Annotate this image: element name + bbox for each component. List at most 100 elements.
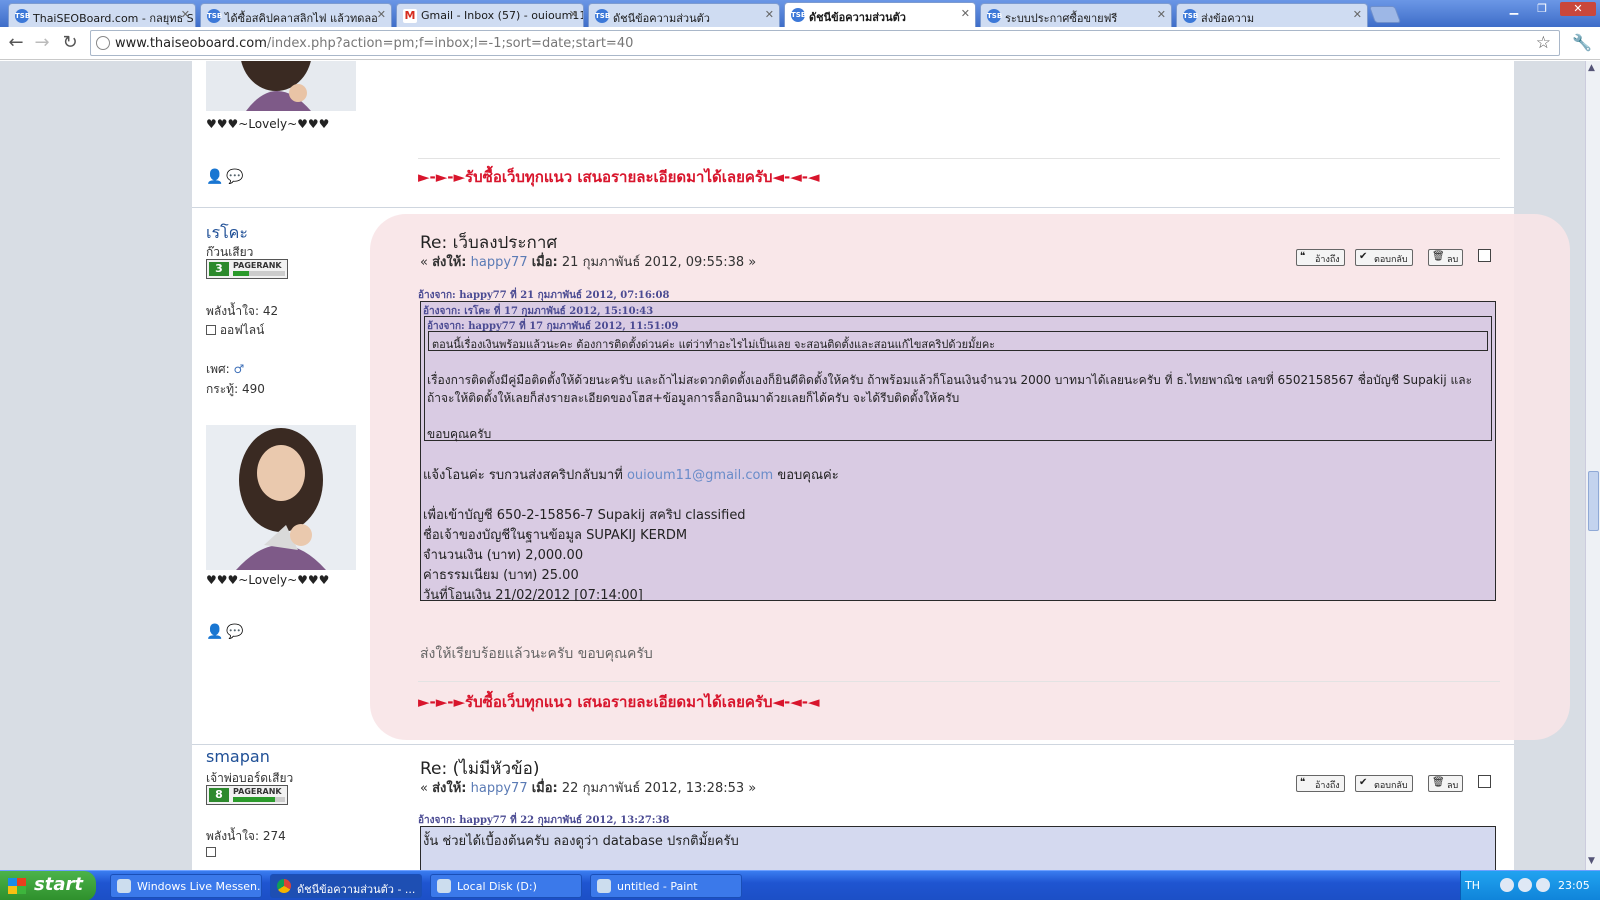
new-tab-button[interactable] [1368, 6, 1402, 23]
thaiseoboard-icon: TSB [15, 9, 30, 23]
taskbar-item-paint[interactable]: untitled - Paint [590, 874, 742, 898]
task-label: Windows Live Messen... [137, 880, 262, 893]
male-icon: ♂ [233, 362, 245, 376]
tab-0[interactable]: TSB ThaiSEOBoard.com - กลยุทธ S ✕ [8, 3, 196, 27]
reply-label: ตอบกลับ [1374, 781, 1408, 791]
close-tab-icon[interactable]: ✕ [961, 7, 970, 20]
restore-icon[interactable]: ❐ [1532, 2, 1552, 16]
thaiseoboard-icon: TSB [595, 9, 610, 23]
meta-prefix: « [420, 255, 433, 270]
close-tab-icon[interactable]: ✕ [181, 8, 190, 21]
wrench-menu-icon[interactable]: 🔧 [1572, 33, 1592, 52]
taskbar-item-chrome[interactable]: ดัชนีข้อความส่วนตัว - ... [270, 874, 422, 898]
profile-icon[interactable]: 👤 [206, 169, 223, 185]
close-tab-icon[interactable]: ✕ [377, 8, 386, 21]
gender-line: เพศ: ♂ [206, 360, 244, 379]
scrollbar-thumb[interactable] [1588, 471, 1599, 531]
select-post-checkbox[interactable] [1478, 775, 1491, 788]
tab-4-active[interactable]: TSB ดัชนีข้อความส่วนตัว ✕ [784, 2, 976, 27]
tab-strip: TSB ThaiSEOBoard.com - กลยุทธ S ✕ TSB ได… [0, 0, 1600, 27]
pm-icon[interactable]: 💬 [226, 169, 243, 185]
recipient-link[interactable]: happy77 [471, 781, 528, 796]
tray-icon[interactable] [1500, 878, 1514, 892]
start-label: start [34, 874, 83, 895]
email-link[interactable]: ouioum11@gmail.com [627, 468, 773, 483]
transfer-amount: จำนวนเงิน (บาท) 2,000.00 [423, 548, 584, 563]
profile-icon[interactable]: 👤 [206, 624, 223, 640]
taskbar-item-messenger[interactable]: Windows Live Messen... [110, 874, 262, 898]
post-author[interactable]: smapan [206, 747, 270, 766]
forward-icon[interactable]: → [32, 33, 52, 53]
user-signature-hearts: ♥♥♥~Lovely~♥♥♥ [206, 117, 330, 131]
browser-window: TSB ThaiSEOBoard.com - กลยุทธ S ✕ TSB ได… [0, 0, 1600, 900]
post-count-line: กระทู้: 490 [206, 380, 265, 399]
select-post-checkbox[interactable] [1478, 249, 1491, 262]
reply-button[interactable]: ✔ ตอบกลับ [1355, 249, 1413, 266]
page-info-icon[interactable] [96, 36, 110, 50]
quote-text: งั้น ช่วยได้เบื้องต้นครับ ลองดูว่า datab… [423, 834, 739, 849]
sent-to-label: ส่งให้: [432, 255, 467, 270]
scroll-down-icon[interactable]: ▼ [1588, 856, 1595, 866]
minimize-icon[interactable]: ▁ [1504, 2, 1524, 16]
close-tab-icon[interactable]: ✕ [765, 8, 774, 21]
tray-icon[interactable] [1536, 878, 1550, 892]
start-button[interactable]: start [0, 871, 96, 900]
windows-taskbar: start Windows Live Messen... ดัชนีข้อควา… [0, 870, 1600, 900]
tab-1[interactable]: TSB ได้ซื้อสคิปคลาสลิกไฟ แล้วทดลอ ✕ [200, 3, 392, 27]
quote-button[interactable]: ❝ อ้างถึง [1296, 775, 1345, 792]
address-bar[interactable]: www.thaiseoboard.com/index.php?action=pm… [90, 30, 1560, 56]
tab-6[interactable]: TSB ส่งข้อความ ✕ [1176, 3, 1368, 27]
gender-label: เพศ: [206, 362, 230, 376]
avatar [206, 425, 356, 570]
avatar-photo [206, 61, 356, 111]
quote-text: ขอบคุณครับ [427, 427, 492, 441]
post-date: 21 กุมภาพันธ์ 2012, 09:55:38 » [561, 255, 757, 270]
pagerank-bar [233, 797, 285, 802]
post-meta: « ส่งให้: happy77 เมื่อ: 22 กุมภาพันธ์ 2… [420, 777, 756, 798]
language-indicator[interactable]: TH [1465, 879, 1480, 892]
avatar-photo [206, 425, 356, 570]
bookmark-star-icon[interactable]: ☆ [1536, 33, 1551, 53]
quote-label: อ้างถึง [1315, 781, 1340, 791]
reply-button[interactable]: ✔ ตอบกลับ [1355, 775, 1413, 792]
quote-box-innermost: ตอนนี้เรื่องเงินพร้อมแล้วนะคะ ต้องการติด… [428, 331, 1488, 351]
tray-icon[interactable] [1518, 878, 1532, 892]
task-label: ดัชนีข้อความส่วนตัว - ... [297, 883, 416, 896]
sent-to-label: ส่งให้: [432, 781, 467, 796]
tab-title: Gmail - Inbox (57) - ouioum11 [421, 9, 584, 22]
close-tab-icon[interactable]: ✕ [1157, 8, 1166, 21]
close-tab-icon[interactable]: ✕ [1353, 8, 1362, 21]
pagerank-badge: 8 PAGERANK [206, 785, 288, 805]
pagerank-label: PAGERANK [233, 787, 282, 796]
vertical-scrollbar[interactable]: ▲ ▼ [1585, 61, 1600, 870]
quote-text: ถ้าจะให้ติดตั้งให้เลยก็ส่งรายละเอียดของโ… [427, 391, 960, 405]
tab-3[interactable]: TSB ดัชนีข้อความส่วนตัว ✕ [588, 3, 780, 27]
tab-title: ได้ซื้อสคิปคลาสลิกไฟ แล้วทดลอ [225, 12, 378, 25]
notice-text: แจ้งโอนค่ะ รบกวนส่งสคริปกลับมาที่ [423, 468, 623, 483]
trash-icon: 🗑 [1432, 777, 1445, 788]
taskbar-item-explorer[interactable]: Local Disk (D:) [430, 874, 582, 898]
trash-icon: 🗑 [1432, 251, 1445, 262]
back-icon[interactable]: ← [6, 33, 26, 53]
quote-button[interactable]: ❝ อ้างถึง [1296, 249, 1345, 266]
pm-icon[interactable]: 💬 [226, 624, 243, 640]
paint-icon [597, 879, 611, 893]
post-body-text: ส่งให้เรียบร้อยแล้วนะครับ ขอบคุณครับ [420, 646, 653, 662]
delete-button[interactable]: 🗑 ลบ [1428, 775, 1464, 792]
recipient-link[interactable]: happy77 [471, 255, 528, 270]
chrome-icon [277, 879, 291, 893]
quote-icon: ❝ [1300, 251, 1306, 262]
close-tab-icon[interactable]: ✕ [569, 8, 578, 21]
page-viewport: ♥♥♥~Lovely~♥♥♥ 👤 💬 ►-►-►รับซื้อเว็บทุกแน… [0, 61, 1585, 870]
reload-icon[interactable]: ↻ [60, 33, 80, 53]
post-count-value: 490 [241, 382, 265, 396]
tab-2[interactable]: M Gmail - Inbox (57) - ouioum11 ✕ [396, 3, 584, 27]
delete-button[interactable]: 🗑 ลบ [1428, 249, 1464, 266]
scroll-up-icon[interactable]: ▲ [1588, 63, 1595, 73]
transfer-date: วันที่โอนเงิน 21/02/2012 [07:14:00] [423, 588, 643, 603]
url-host: www.thaiseoboard.com [115, 36, 267, 51]
tab-5[interactable]: TSB ระบบประกาศซื้อขายฟรี ✕ [980, 3, 1172, 27]
post-count-label: กระทู้: [206, 382, 239, 396]
transfer-notice: แจ้งโอนค่ะ รบกวนส่งสคริปกลับมาที่ ouioum… [423, 464, 839, 485]
close-window-icon[interactable]: ✕ [1560, 2, 1596, 16]
